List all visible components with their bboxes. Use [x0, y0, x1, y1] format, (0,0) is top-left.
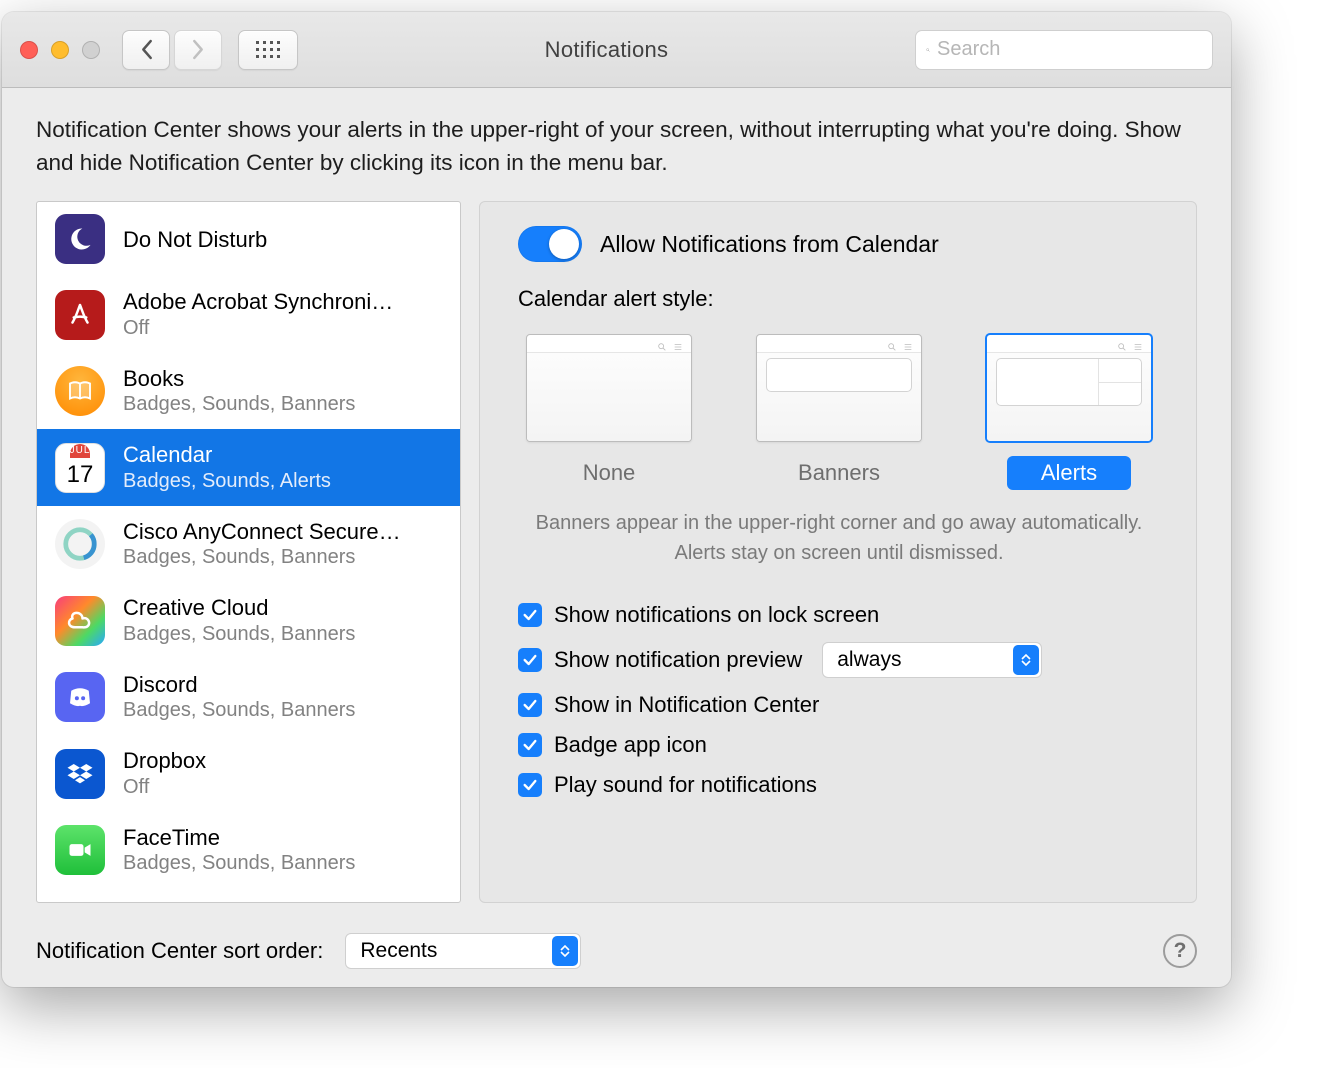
sound-checkbox[interactable]	[518, 773, 542, 797]
app-sub: Badges, Sounds, Banners	[123, 622, 442, 647]
preview-select[interactable]: always	[822, 642, 1042, 678]
app-name: Creative Cloud	[123, 594, 442, 622]
app-sub: Badges, Sounds, Banners	[123, 545, 442, 570]
sidebar-item-dropbox[interactable]: Dropbox Off	[37, 735, 460, 812]
app-sub: Off	[123, 775, 442, 800]
help-button[interactable]: ?	[1163, 934, 1197, 968]
sidebar-item-calendar[interactable]: JUL 17 Calendar Badges, Sounds, Alerts	[37, 429, 460, 506]
panes: Do Not Disturb Adobe Acrobat Synchroni… …	[36, 201, 1197, 903]
dropbox-icon	[55, 749, 105, 799]
badge-checkbox[interactable]	[518, 733, 542, 757]
nav-buttons	[122, 30, 222, 70]
options: Show notifications on lock screen Show n…	[518, 602, 1160, 798]
alert-style-row: None Banners Alerts	[518, 334, 1160, 490]
moon-icon	[55, 214, 105, 264]
alert-style-label: Calendar alert style:	[518, 286, 1160, 312]
zoom-window-button	[82, 41, 100, 59]
sound-label: Play sound for notifications	[554, 772, 817, 798]
lock-screen-checkbox[interactable]	[518, 603, 542, 627]
books-icon	[55, 366, 105, 416]
notification-center-label: Show in Notification Center	[554, 692, 819, 718]
sidebar-item-books[interactable]: Books Badges, Sounds, Banners	[37, 353, 460, 430]
search-icon	[926, 41, 930, 59]
sidebar-item-discord[interactable]: Discord Badges, Sounds, Banners	[37, 659, 460, 736]
alert-style-banners[interactable]: Banners	[754, 334, 924, 490]
sidebar-item-facetime[interactable]: FaceTime Badges, Sounds, Banners	[37, 812, 460, 879]
allow-notifications-toggle[interactable]	[518, 226, 582, 262]
creative-cloud-icon	[55, 596, 105, 646]
content: Notification Center shows your alerts in…	[2, 88, 1231, 987]
badge-label: Badge app icon	[554, 732, 707, 758]
preview-checkbox[interactable]	[518, 648, 542, 672]
preview-banners	[756, 334, 922, 442]
discord-icon	[55, 672, 105, 722]
app-name: FaceTime	[123, 824, 442, 852]
app-sub: Off	[123, 316, 442, 341]
alert-style-alerts[interactable]: Alerts	[984, 334, 1154, 490]
detail-panel: Allow Notifications from Calendar Calend…	[479, 201, 1197, 903]
notification-center-checkbox[interactable]	[518, 693, 542, 717]
app-sub: Badges, Sounds, Alerts	[123, 469, 442, 494]
window-controls	[20, 41, 100, 59]
app-sub: Badges, Sounds, Banners	[123, 851, 442, 876]
facetime-icon	[55, 825, 105, 875]
app-name: Discord	[123, 671, 442, 699]
app-name: Cisco AnyConnect Secure…	[123, 518, 442, 546]
preview-none	[526, 334, 692, 442]
chevron-up-down-icon	[552, 936, 578, 966]
app-sub: Badges, Sounds, Banners	[123, 392, 442, 417]
alert-style-hint: Banners appear in the upper-right corner…	[518, 508, 1160, 568]
sidebar-item-creative-cloud[interactable]: Creative Cloud Badges, Sounds, Banners	[37, 582, 460, 659]
acrobat-icon	[55, 290, 105, 340]
footer: Notification Center sort order: Recents …	[36, 925, 1197, 969]
search-field[interactable]	[915, 30, 1213, 70]
lock-screen-label: Show notifications on lock screen	[554, 602, 879, 628]
app-name: Dropbox	[123, 747, 442, 775]
app-name: Calendar	[123, 441, 442, 469]
sort-order-label: Notification Center sort order:	[36, 938, 323, 964]
alert-style-none[interactable]: None	[524, 334, 694, 490]
minimize-window-button[interactable]	[51, 41, 69, 59]
sort-order-select[interactable]: Recents	[345, 933, 581, 969]
chevron-up-down-icon	[1013, 645, 1039, 675]
preview-label: Show notification preview	[554, 647, 802, 673]
app-name: Adobe Acrobat Synchroni…	[123, 288, 442, 316]
toolbar: Notifications	[2, 12, 1231, 88]
grid-icon	[256, 41, 280, 58]
window-title: Notifications	[314, 37, 899, 63]
app-name: Do Not Disturb	[123, 226, 442, 254]
sidebar-item-cisco[interactable]: Cisco AnyConnect Secure… Badges, Sounds,…	[37, 506, 460, 583]
app-sub: Badges, Sounds, Banners	[123, 698, 442, 723]
preview-alerts	[986, 334, 1152, 442]
back-button[interactable]	[122, 30, 170, 70]
show-all-button[interactable]	[238, 30, 298, 70]
app-name: Books	[123, 365, 442, 393]
close-window-button[interactable]	[20, 41, 38, 59]
calendar-icon: JUL 17	[55, 443, 105, 493]
cisco-icon	[55, 519, 105, 569]
sidebar-item-acrobat[interactable]: Adobe Acrobat Synchroni… Off	[37, 276, 460, 353]
preferences-window: Notifications Notification Center shows …	[2, 12, 1231, 987]
search-input[interactable]	[937, 38, 1202, 61]
allow-notifications-label: Allow Notifications from Calendar	[600, 231, 939, 258]
description-text: Notification Center shows your alerts in…	[36, 114, 1196, 179]
app-list[interactable]: Do Not Disturb Adobe Acrobat Synchroni… …	[36, 201, 461, 903]
forward-button	[174, 30, 222, 70]
sidebar-item-do-not-disturb[interactable]: Do Not Disturb	[37, 202, 460, 276]
